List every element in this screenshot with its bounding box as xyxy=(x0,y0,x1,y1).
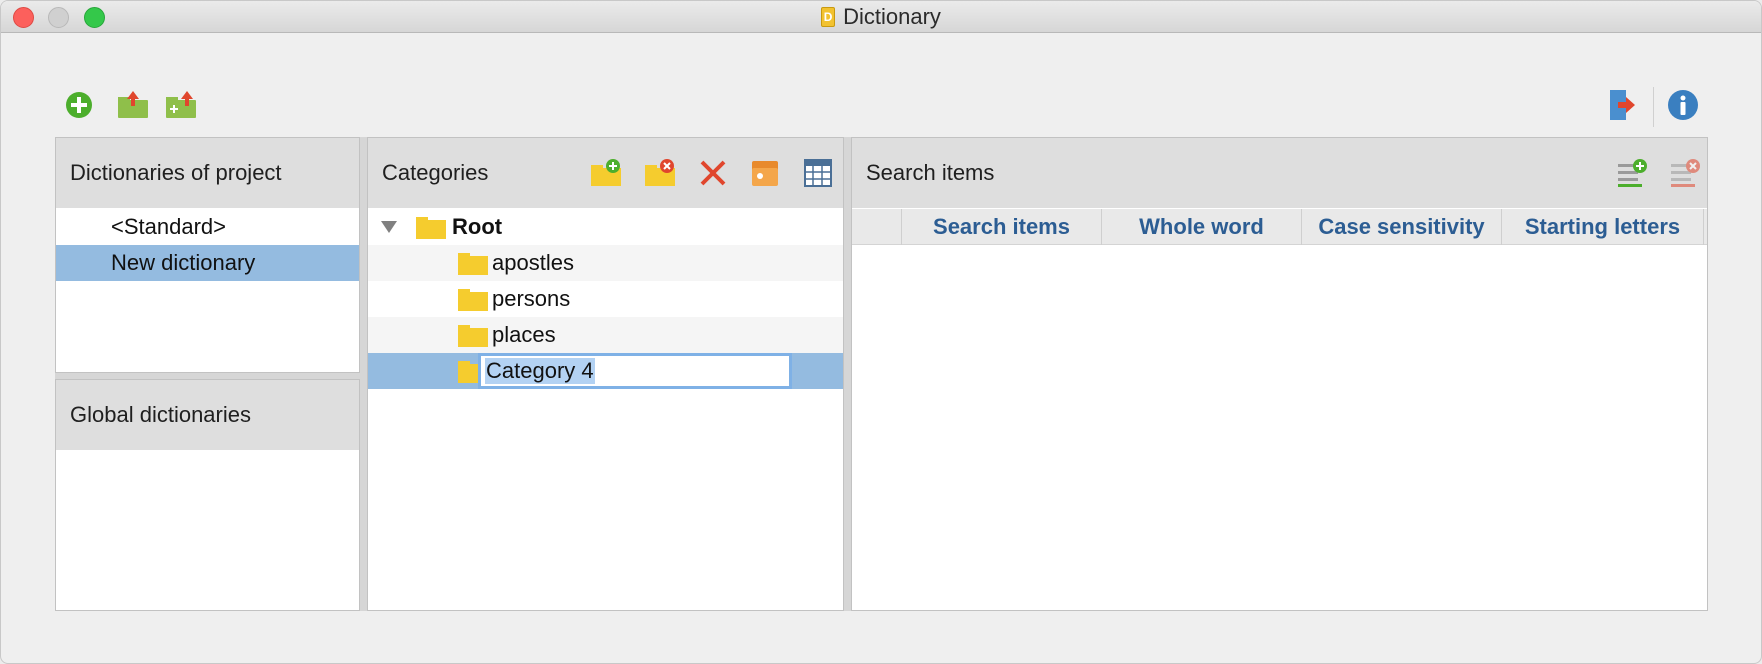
categories-panel-title: Categories xyxy=(382,160,489,185)
remove-folder-icon xyxy=(645,159,675,186)
dictionary-item-label: New dictionary xyxy=(111,250,256,275)
delete-icon xyxy=(700,160,726,186)
tree-row-root[interactable]: Root xyxy=(368,209,843,245)
search-items-panel: Search items Search items Whole word Cas… xyxy=(851,137,1708,611)
remove-list-item-icon xyxy=(1671,159,1700,187)
search-items-table-header: Search items Whole word Case sensitivity… xyxy=(852,209,1707,245)
title-bar: D Dictionary xyxy=(1,1,1761,33)
right-splitter[interactable] xyxy=(844,137,851,611)
add-icon xyxy=(66,92,92,118)
export-dictionary-button[interactable] xyxy=(113,85,153,125)
table-icon xyxy=(804,159,832,187)
dictionary-item-standard[interactable]: <Standard> xyxy=(56,209,359,245)
tree-row-category[interactable]: apostles xyxy=(368,245,843,281)
dictionary-app-icon: D xyxy=(821,7,836,27)
copy-category-button[interactable] xyxy=(745,153,785,193)
tree-item-label: places xyxy=(492,322,556,347)
search-items-panel-title: Search items xyxy=(866,160,995,185)
category-name-input[interactable]: Category 4 xyxy=(478,353,792,389)
window-title: Dictionary xyxy=(843,4,941,29)
search-items-panel-header: Search items xyxy=(852,138,1707,208)
column-header-row-number[interactable] xyxy=(852,209,902,245)
category-name-value: Category 4 xyxy=(485,358,595,384)
tree-row-category[interactable]: places xyxy=(368,317,843,353)
toolbar-separator xyxy=(1653,87,1654,127)
dictionaries-panel-title: Dictionaries of project xyxy=(70,160,282,185)
import-dictionary-button[interactable] xyxy=(161,85,201,125)
column-header-label: Search items xyxy=(933,214,1070,239)
exit-button[interactable] xyxy=(1601,85,1641,125)
remove-search-item-button[interactable] xyxy=(1665,153,1705,193)
copy-folder-icon xyxy=(752,161,778,186)
column-header-search-items[interactable]: Search items xyxy=(902,209,1102,245)
global-dictionaries-title: Global dictionaries xyxy=(70,402,251,427)
info-icon xyxy=(1668,90,1698,120)
dictionary-item-new[interactable]: New dictionary xyxy=(56,245,359,281)
add-list-item-icon xyxy=(1618,159,1647,187)
import-dictionary-icon xyxy=(166,91,196,118)
dictionary-item-label: <Standard> xyxy=(111,214,226,239)
dictionaries-panel-header: Dictionaries of project xyxy=(56,138,359,208)
folder-icon xyxy=(416,217,446,239)
column-header-label: Case sensitivity xyxy=(1318,214,1485,239)
column-header-starting-letters[interactable]: Starting letters xyxy=(1502,209,1704,245)
delete-button[interactable] xyxy=(693,153,733,193)
column-header-label: Whole word xyxy=(1139,214,1264,239)
column-header-whole-word[interactable]: Whole word xyxy=(1102,209,1302,245)
add-dictionary-button[interactable] xyxy=(59,85,99,125)
add-category-button[interactable] xyxy=(586,153,626,193)
tree-row-category[interactable]: persons xyxy=(368,281,843,317)
global-dictionaries-header: Global dictionaries xyxy=(56,380,359,450)
export-dictionary-icon xyxy=(118,91,148,118)
dictionary-window: D Dictionary Dictionaries of project <St… xyxy=(0,0,1762,664)
add-search-item-button[interactable] xyxy=(1612,153,1652,193)
folder-icon xyxy=(458,289,488,311)
dictionaries-panel: Dictionaries of project <Standard> New d… xyxy=(55,137,360,373)
left-splitter[interactable] xyxy=(360,137,367,611)
tree-item-label: apostles xyxy=(492,250,574,275)
search-items-table-body[interactable] xyxy=(852,246,1707,610)
tree-row-category-editing[interactable]: Category 4 xyxy=(368,353,843,389)
column-header-label: Starting letters xyxy=(1524,214,1681,239)
categories-panel: Categories Root apostles persons places … xyxy=(367,137,844,611)
table-view-button[interactable] xyxy=(798,153,838,193)
tree-root-label: Root xyxy=(452,214,503,239)
window-title-wrap: D Dictionary xyxy=(1,1,1761,33)
delete-category-button[interactable] xyxy=(640,153,680,193)
folder-icon xyxy=(458,325,488,347)
column-header-case-sensitivity[interactable]: Case sensitivity xyxy=(1302,209,1502,245)
folder-icon xyxy=(458,253,488,275)
expand-triangle-icon[interactable] xyxy=(380,219,398,235)
tree-item-label: persons xyxy=(492,286,571,311)
global-dictionaries-panel: Global dictionaries xyxy=(55,379,360,611)
exit-icon xyxy=(1610,90,1635,120)
add-folder-icon xyxy=(591,159,621,186)
info-button[interactable] xyxy=(1663,85,1703,125)
